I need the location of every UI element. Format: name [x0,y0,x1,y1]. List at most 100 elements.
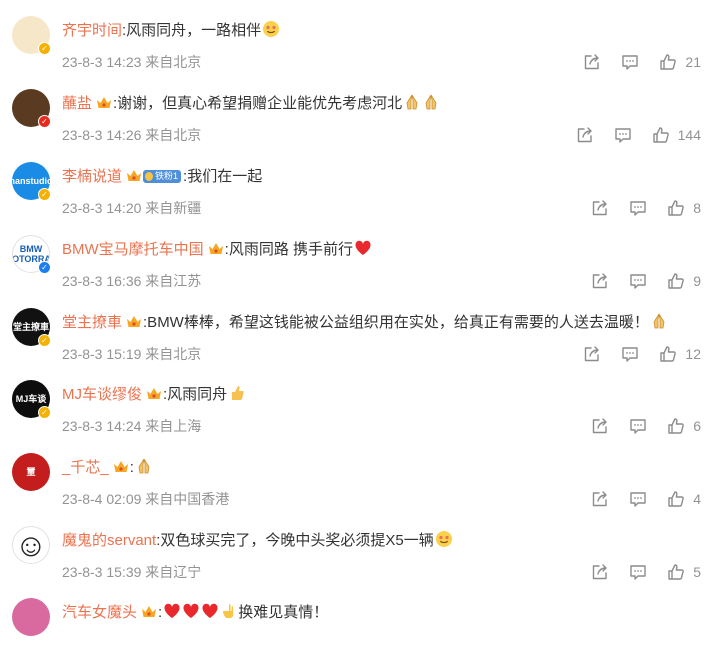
username-link[interactable]: 李楠说道 [62,168,122,185]
share-button[interactable] [591,490,609,508]
crown-icon [208,243,223,254]
username-link[interactable]: 齐宇时间 [62,22,122,39]
like-button[interactable]: 144 [652,125,701,145]
comment-content: 齐宇时间:风雨同舟，一路相伴 [62,20,695,42]
comment-content: _千芯_: [62,457,695,479]
pray-emoji-icon [653,313,665,329]
verified-badge-icon: ✓ [38,261,51,274]
thumbs-up-icon [668,418,685,434]
avatar[interactable] [12,598,50,636]
crown-icon [127,316,142,327]
thumbs-up-icon [668,200,685,216]
comment-text: :双色球买完了，今晚中头奖必须提X5一辆 [156,532,434,549]
crown-icon [147,388,161,399]
comment-actions: 5 [571,562,701,582]
comment-content: 堂主撩車 :BMW棒棒，希望这钱能被公益组织用在实处，给真正有需要的人送去温暖！ [62,312,695,334]
avatar[interactable]: 壐 [12,453,50,491]
comment-item: MJ车谈 ✓ MJ车谈缪俊:风雨同舟 23-8-3 14:24 来自上海 6 [0,380,715,452]
avatar-text: MJ车谈 [15,394,47,404]
comment-meta: 23-8-3 14:20 来自新疆 [62,200,202,216]
comment-icon [614,128,631,143]
share-button[interactable] [591,563,609,581]
share-icon [593,200,607,216]
username-link[interactable]: MJ车谈缪俊 [62,386,142,403]
avatar-text: ☺ [14,527,48,563]
like-count: 21 [685,54,701,70]
heart-emoji-icon [202,603,218,618]
comment-actions: 9 [571,271,701,291]
comment-item: ☺ 魔鬼的servant:双色球买完了，今晚中头奖必须提X5一辆 23-8-3 15… [0,526,715,598]
share-button[interactable] [583,53,601,71]
comment-meta: 23-8-3 14:23 来自北京 [62,54,202,70]
reply-button[interactable] [629,199,647,217]
like-count: 4 [693,491,701,507]
like-button[interactable]: 12 [659,344,701,364]
comment-actions: 12 [563,344,701,364]
reply-button[interactable] [629,417,647,435]
crown-icon [113,461,128,472]
like-count: 6 [693,418,701,434]
like-count: 12 [685,346,701,362]
share-icon [593,418,607,434]
username-link[interactable]: BMW宝马摩托车中国 [62,241,204,258]
like-button[interactable]: 21 [659,52,701,72]
reply-button[interactable] [629,490,647,508]
comment-actions: 4 [571,489,701,509]
reply-button[interactable] [621,53,639,71]
username-link[interactable]: 蘸盐 [62,95,92,112]
reply-button[interactable] [629,272,647,290]
comment-content: 李楠说道 铁粉1:我们在一起 [62,166,695,188]
username-link[interactable]: 堂主撩車 [62,314,122,331]
thumbs-up-icon [668,491,685,507]
comment-meta: 23-8-4 02:09 来自中国香港 [62,491,230,507]
share-button[interactable] [576,126,594,144]
reply-button[interactable] [621,345,639,363]
comment-text: :谢谢，但真心希望捐赠企业能优先考虑河北 [113,95,403,112]
crown-icon [142,606,157,617]
crown-icon [97,97,112,108]
username-link[interactable]: 魔鬼的servant [62,532,156,549]
comment-meta: 23-8-3 15:39 来自辽宁 [62,564,202,580]
like-count: 9 [693,273,701,289]
share-button[interactable] [583,345,601,363]
comment-meta: 23-8-3 15:19 来自北京 [62,346,202,362]
like-button[interactable]: 9 [667,271,701,291]
username-link[interactable]: _千芯_ [62,459,109,476]
like-button[interactable]: 6 [667,416,701,436]
username-link[interactable]: 汽车女魔头 [62,604,137,621]
share-icon [577,127,592,143]
like-count: 5 [693,564,701,580]
share-icon [585,346,600,362]
share-button[interactable] [591,199,609,217]
thumbs-up-icon [652,127,669,143]
avatar[interactable]: ☺ [12,526,50,564]
heart-emoji-icon [164,603,180,618]
verified-badge-icon: ✓ [38,115,51,128]
verified-badge-icon: ✓ [38,406,51,419]
comment-icon [630,419,646,434]
thumbs-up-icon [660,346,677,362]
comment-text: :风雨同路 携手前行 [224,241,354,258]
like-button[interactable]: 4 [667,489,701,509]
reply-button[interactable] [629,563,647,581]
comment-text: :BMW棒棒，希望这钱能被公益组织用在实处，给真正有需要的人送去温暖！ [143,314,649,331]
verified-badge-icon: ✓ [38,188,51,201]
comment-meta: 23-8-3 16:36 来自江苏 [62,273,202,289]
comment-item: 堂主撩車 ✓ 堂主撩車:BMW棒棒，希望这钱能被公益组织用在实处，给真正有需要的人送… [0,308,715,380]
share-icon [593,491,607,507]
like-count: 8 [693,200,701,216]
share-icon [585,54,600,70]
share-button[interactable] [591,272,609,290]
thumbs-up-icon [668,564,685,580]
share-button[interactable] [591,417,609,435]
reply-button[interactable] [614,126,632,144]
like-button[interactable]: 8 [667,198,701,218]
comment-text-tail: 换难见真情！ [238,604,329,621]
like-count: 144 [677,127,701,143]
comment-list: ✓ 齐宇时间:风雨同舟，一路相伴 23-8-3 14:23 来自北京 21 ✓ 蘸盐 :谢谢… [0,0,715,636]
like-button[interactable]: 5 [667,562,701,582]
comment-icon [630,565,646,580]
comment-icon [622,55,639,70]
comment-actions: 6 [571,416,701,436]
avatar-text: 堂主撩車 [12,322,49,332]
